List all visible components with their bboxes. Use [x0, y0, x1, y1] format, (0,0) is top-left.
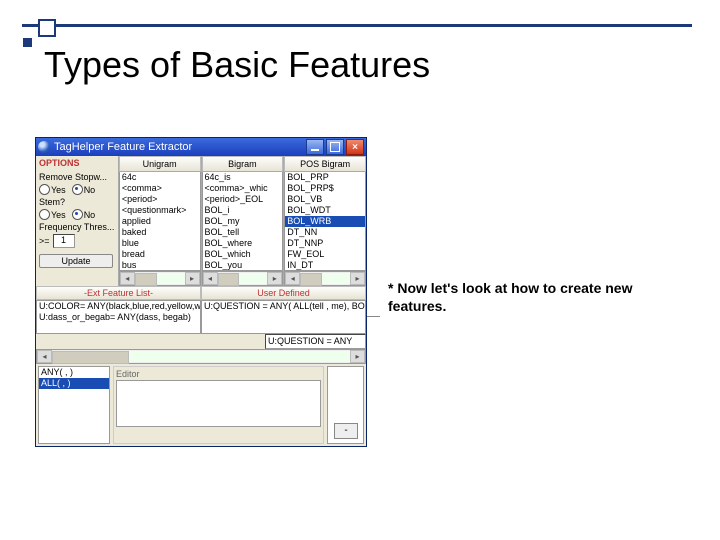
list-item[interactable]: bread [120, 249, 200, 260]
bigram-list[interactable]: 64c_is<comma>_whic<period>_EOLBOL_iBOL_m… [202, 172, 284, 271]
remove-stopwords-label: Remove Stopw... [39, 172, 115, 182]
options-heading: OPTIONS [39, 158, 115, 168]
mid-scrollbar[interactable]: ◂▸ [36, 349, 366, 364]
posbigram-list[interactable]: BOL_PRPBOL_PRP$BOL_VBBOL_WDTBOL_WRBDT_NN… [284, 172, 366, 271]
list-item[interactable]: applied [120, 216, 200, 227]
unigram-list[interactable]: 64c<comma><period><questionmark>appliedb… [119, 172, 201, 271]
list-item[interactable]: bus [120, 260, 200, 271]
slide-divider [22, 24, 692, 27]
list-item[interactable]: ANY( , ) [39, 367, 109, 378]
slide-title: Types of Basic Features [44, 44, 430, 86]
list-item[interactable]: U:dass_or_begab= ANY(dass, begab) [37, 312, 200, 323]
stem-label: Stem? [39, 197, 115, 207]
user-defined-header[interactable]: User Defined [201, 286, 366, 300]
ext-feature-list[interactable]: U:COLOR= ANY(black,blue,red,yellow,wU:da… [36, 300, 201, 334]
list-item[interactable]: <comma>_whic [203, 183, 283, 194]
unigram-column: Unigram 64c<comma><period><questionmark>… [118, 156, 201, 286]
app-icon [38, 141, 50, 153]
maximize-button[interactable] [326, 139, 344, 155]
remove-stopwords-no-radio[interactable] [72, 184, 83, 195]
unigram-scrollbar[interactable]: ◂▸ [119, 271, 201, 286]
window-title: TagHelper Feature Extractor [54, 141, 304, 153]
list-item[interactable]: <comma> [120, 183, 200, 194]
freq-threshold-op: >= [39, 236, 50, 246]
posbigram-scrollbar[interactable]: ◂▸ [284, 271, 366, 286]
list-item[interactable]: BOL_you [203, 260, 283, 271]
list-item[interactable]: BOL_VB [285, 194, 365, 205]
list-item[interactable]: 64c [120, 172, 200, 183]
list-item[interactable]: IN_DT [285, 260, 365, 271]
update-button[interactable]: Update [39, 254, 113, 268]
list-item[interactable]: BOL_PRP$ [285, 183, 365, 194]
posbigram-column: POS Bigram BOL_PRPBOL_PRP$BOL_VBBOL_WDTB… [283, 156, 366, 286]
options-panel: OPTIONS Remove Stopw... Yes No Stem? Yes… [36, 156, 118, 286]
function-list[interactable]: ANY( , )ALL( , ) [38, 366, 110, 444]
list-item[interactable]: BOL_WRB [285, 216, 365, 227]
posbigram-header[interactable]: POS Bigram [284, 156, 366, 172]
list-item[interactable]: U:QUESTION = ANY( ALL(tell , me), BOL_ [202, 301, 365, 312]
freq-threshold-label: Frequency Thres... [39, 222, 115, 232]
list-item[interactable]: <period>_EOL [203, 194, 283, 205]
list-item[interactable]: DT_NNP [285, 238, 365, 249]
unigram-header[interactable]: Unigram [119, 156, 201, 172]
minimize-button[interactable] [306, 139, 324, 155]
editor-panel: Editor [113, 366, 324, 444]
bigram-column: Bigram 64c_is<comma>_whic<period>_EOLBOL… [201, 156, 284, 286]
remove-button[interactable]: - [334, 423, 358, 439]
list-item[interactable]: <period> [120, 194, 200, 205]
remove-stopwords-yes-radio[interactable] [39, 184, 50, 195]
slide-accent-square-outline [38, 19, 56, 37]
stem-yes-radio[interactable] [39, 209, 50, 220]
list-item[interactable]: BOL_my [203, 216, 283, 227]
list-item[interactable]: blue [120, 238, 200, 249]
list-item[interactable]: BOL_i [203, 205, 283, 216]
bigram-header[interactable]: Bigram [202, 156, 284, 172]
freq-threshold-input[interactable]: 1 [53, 234, 75, 248]
list-item[interactable]: BOL_PRP [285, 172, 365, 183]
editor-label: Editor [116, 369, 321, 379]
list-item[interactable]: DT_NN [285, 227, 365, 238]
slide-accent-square-fill [23, 38, 32, 47]
user-defined-list[interactable]: U:QUESTION = ANY( ALL(tell , me), BOL_ [201, 300, 366, 334]
list-item[interactable]: FW_EOL [285, 249, 365, 260]
editor-textarea[interactable] [116, 380, 321, 427]
list-item[interactable]: BOL_WDT [285, 205, 365, 216]
list-item[interactable]: <questionmark> [120, 205, 200, 216]
list-item[interactable]: U:COLOR= ANY(black,blue,red,yellow,w [37, 301, 200, 312]
list-item[interactable]: ALL( , ) [39, 378, 109, 389]
ext-feature-list-header[interactable]: -Ext Feature List- [36, 286, 201, 300]
titlebar[interactable]: TagHelper Feature Extractor × [36, 138, 366, 156]
list-item[interactable]: BOL_which [203, 249, 283, 260]
stem-no-radio[interactable] [72, 209, 83, 220]
right-panel: - [327, 366, 364, 444]
slide-caption: * Now let's look at how to create new fe… [388, 280, 690, 315]
list-item[interactable]: 64c_is [203, 172, 283, 183]
list-item[interactable]: BOL_tell [203, 227, 283, 238]
bigram-scrollbar[interactable]: ◂▸ [202, 271, 284, 286]
close-button[interactable]: × [346, 139, 364, 155]
list-item[interactable]: BOL_where [203, 238, 283, 249]
app-window: TagHelper Feature Extractor × OPTIONS Re… [35, 137, 367, 447]
feature-entry-input[interactable]: U:QUESTION = ANY [265, 334, 366, 349]
list-item[interactable]: baked [120, 227, 200, 238]
